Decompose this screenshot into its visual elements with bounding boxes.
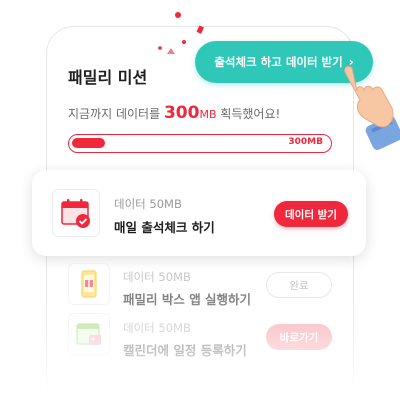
summary-prefix: 지금까지 데이터를 xyxy=(68,107,164,121)
summary-suffix: 획득했어요! xyxy=(216,107,281,121)
cta-label: 출석체크 하고 데이터 받기 xyxy=(214,55,343,69)
mission-icon-box xyxy=(68,313,110,355)
mission-icon-box xyxy=(68,263,110,305)
calendar-event-icon xyxy=(76,323,101,345)
mission-done-button[interactable]: 완료 xyxy=(266,272,332,298)
progress-fill xyxy=(72,138,105,148)
go-button[interactable]: 바로가기 xyxy=(266,324,332,350)
data-summary: 지금까지 데이터를 300MB 획득했어요! xyxy=(68,103,280,123)
calendar-check-icon xyxy=(61,199,90,228)
page-title: 패밀리 미션 xyxy=(68,68,148,87)
summary-amount: 300 xyxy=(163,103,200,123)
phone-gift-icon xyxy=(81,270,97,298)
mission-title: 패밀리 박스 앱 실행하기 xyxy=(123,292,252,307)
mission-reward: 데이터 50MB xyxy=(123,321,191,335)
mission-title: 캘린더에 일정 등록하기 xyxy=(123,343,247,358)
data-progress-bar: 300MB xyxy=(68,134,332,153)
mission-title: 매일 출석체크 하기 xyxy=(114,220,215,235)
pointing-hand-icon xyxy=(344,65,400,150)
mission-icon-box xyxy=(52,189,100,237)
get-data-button[interactable]: 데이터 받기 xyxy=(274,201,348,227)
mission-reward: 데이터 50MB xyxy=(114,197,182,211)
summary-unit: MB xyxy=(199,108,217,121)
mission-reward: 데이터 50MB xyxy=(123,270,191,284)
progress-label: 300MB xyxy=(288,137,323,147)
